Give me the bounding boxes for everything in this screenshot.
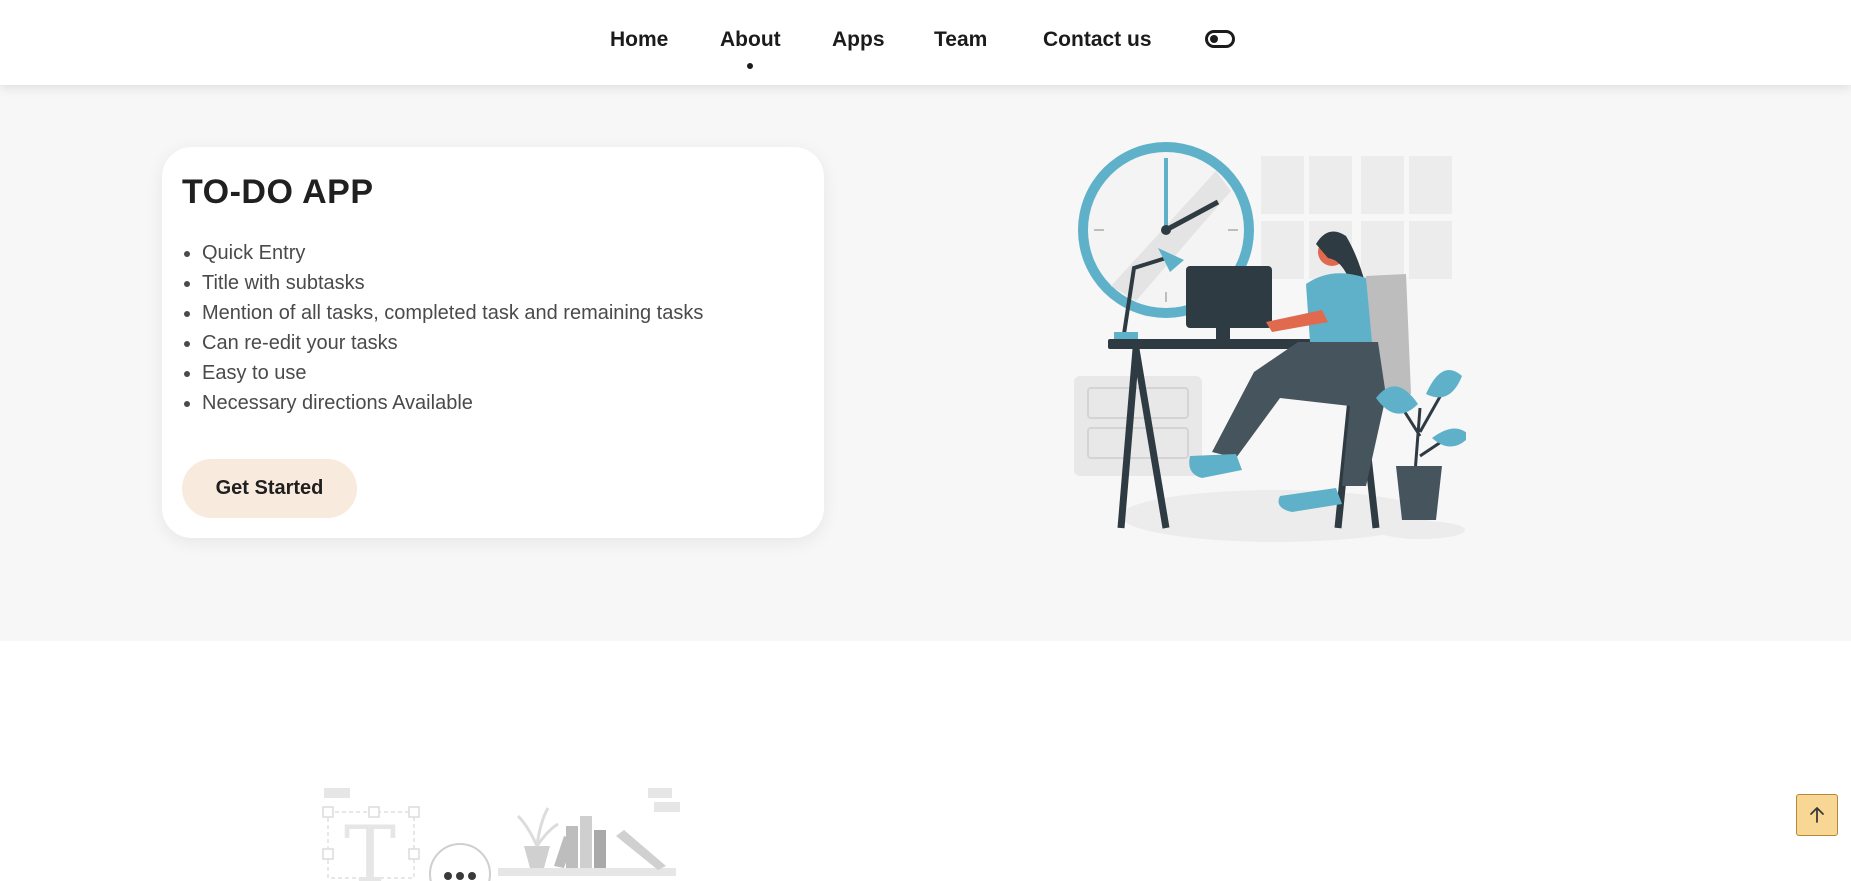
feature-item: Easy to use	[202, 358, 703, 388]
top-navbar: Home About Apps Team Contact us	[0, 0, 1851, 85]
nav-link-about[interactable]: About	[720, 27, 781, 53]
toggle-switch-icon	[1205, 30, 1235, 48]
feature-list: Quick Entry Title with subtasks Mention …	[182, 238, 703, 418]
nav-link-team[interactable]: Team	[934, 27, 987, 53]
nav-active-indicator	[747, 63, 753, 69]
nav-link-home[interactable]: Home	[610, 27, 668, 53]
feature-item: Quick Entry	[202, 238, 703, 268]
feature-item: Mention of all tasks, completed task and…	[202, 298, 703, 328]
nav-link-apps[interactable]: Apps	[832, 27, 885, 53]
get-started-button[interactable]: Get Started	[182, 459, 357, 518]
woman-at-desk-illustration	[1074, 142, 1466, 542]
feature-item: Title with subtasks	[202, 268, 703, 298]
svg-text:T: T	[344, 810, 396, 881]
arrow-up-icon	[1810, 807, 1824, 823]
feature-item: Can re-edit your tasks	[202, 328, 703, 358]
text-editor-shelf-illustration: T	[322, 788, 680, 881]
feature-item: Necessary directions Available	[202, 388, 703, 418]
theme-toggle-button[interactable]	[1205, 30, 1235, 48]
scroll-to-top-button[interactable]	[1796, 794, 1838, 836]
card-title: TO-DO APP	[182, 173, 374, 211]
nav-link-contact-us[interactable]: Contact us	[1043, 27, 1152, 53]
